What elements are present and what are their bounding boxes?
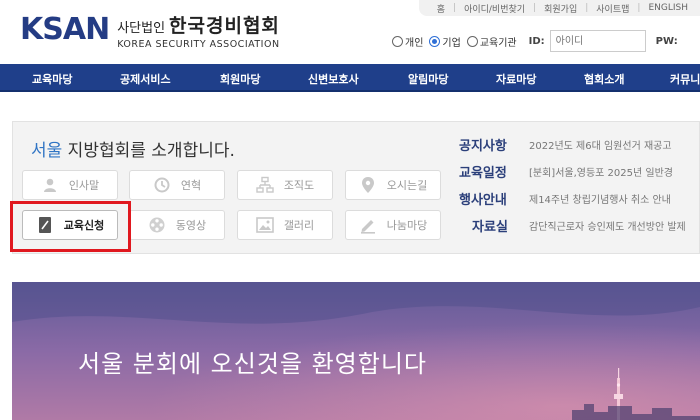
logo-english-name: KOREA SECURITY ASSOCIATION: [117, 38, 280, 50]
news-row-notice[interactable]: 공지사항 2022년도 제6대 임원선거 재공고: [459, 135, 672, 154]
video-button[interactable]: 동영상: [129, 210, 225, 240]
nav-mutual-aid[interactable]: 공제서비스: [120, 71, 171, 87]
gallery-button[interactable]: 갤러리: [237, 210, 333, 240]
signup-link[interactable]: 회원가입: [536, 2, 585, 15]
english-link[interactable]: ENGLISH: [640, 3, 696, 13]
history-button[interactable]: 연혁: [129, 170, 225, 200]
film-reel-icon: [148, 216, 166, 234]
news-title-schedule: 교육일정: [459, 166, 507, 181]
person-icon: [41, 176, 59, 194]
greeting-button[interactable]: 인사말: [22, 170, 118, 200]
logo-org-name: 한국경비협회: [169, 14, 280, 37]
intro-rest: 지방협회를 소개합니다.: [62, 141, 235, 161]
sharing-button[interactable]: 나눔마당: [345, 210, 441, 240]
news-text-archive[interactable]: 감단직근로자 승인제도 개선방안 발제: [529, 218, 686, 233]
utility-links: 홈 | 아이디/비번찾기 | 회원가입 | 사이트맵 | ENGLISH: [418, 0, 700, 16]
login-form: 개인 기업 교육기관 ID: PW:: [392, 30, 678, 52]
id-input[interactable]: [549, 30, 646, 52]
sharing-label: 나눔마당: [386, 219, 428, 232]
directions-button[interactable]: 오시는길: [345, 170, 441, 200]
main-nav: 교육마당 공제서비스 회원마당 신변보호사 알림마당 자료마당 협회소개 커뮤니: [0, 64, 700, 92]
news-row-schedule[interactable]: 교육일정 [분회]서울,영등포 2025년 일반경: [459, 162, 673, 181]
logo-small-text: 사단법인: [117, 20, 166, 36]
news-text-schedule[interactable]: [분회]서울,영등포 2025년 일반경: [529, 164, 673, 179]
home-link[interactable]: 홈: [429, 2, 453, 15]
pw-label: PW:: [655, 35, 678, 47]
nav-about[interactable]: 협회소개: [584, 71, 624, 87]
org-chart-label: 조직도: [283, 179, 315, 192]
banner-title: 서울 분회에 오신것을 환영합니다: [78, 350, 428, 378]
news-title-event: 행사안내: [459, 193, 507, 208]
nav-community[interactable]: 커뮤니: [670, 71, 700, 87]
gallery-label: 갤러리: [283, 219, 315, 232]
page: 홈 | 아이디/비번찾기 | 회원가입 | 사이트맵 | ENGLISH KSAN 사단…: [0, 0, 700, 420]
id-label: ID:: [528, 35, 545, 47]
nav-bodyguard[interactable]: 신변보호사: [308, 71, 359, 87]
news-text-event[interactable]: 제14주년 창립기념행사 취소 안내: [529, 191, 671, 206]
news-title-archive: 자료실: [472, 220, 508, 235]
hero-banner: 서울 분회에 오신것을 환영합니다: [12, 282, 700, 420]
directions-label: 오시는길: [386, 179, 428, 192]
history-icon: [153, 176, 171, 194]
sitemap-link[interactable]: 사이트맵: [588, 2, 637, 15]
nav-notice[interactable]: 알림마당: [408, 71, 448, 87]
news-row-archive[interactable]: 자료실 감단직근로자 승인제도 개선방안 발제: [459, 216, 686, 235]
history-label: 연혁: [180, 179, 202, 192]
radio-company[interactable]: 기업: [429, 34, 461, 49]
nav-members[interactable]: 회원마당: [220, 71, 260, 87]
intro-city: 서울: [31, 141, 63, 161]
intro-heading: 서울 지방협회를 소개합니다.: [31, 136, 235, 161]
video-label: 동영상: [175, 219, 207, 232]
radio-individual[interactable]: 개인: [392, 34, 423, 49]
news-text-notice[interactable]: 2022년도 제6대 임원선거 재공고: [529, 137, 672, 152]
pencil-icon: [359, 216, 377, 234]
greeting-label: 인사말: [68, 179, 100, 192]
nav-education[interactable]: 교육마당: [32, 71, 72, 87]
site-logo[interactable]: KSAN 사단법인 한국경비협회 KOREA SECURITY ASSOCIAT…: [20, 11, 280, 50]
news-row-event[interactable]: 행사안내 제14주년 창립기념행사 취소 안내: [459, 189, 671, 208]
org-chart-icon: [256, 176, 274, 194]
radio-institution[interactable]: 교육기관: [466, 34, 517, 49]
nav-resources[interactable]: 자료마당: [496, 71, 536, 87]
org-chart-button[interactable]: 조직도: [237, 170, 333, 200]
map-pin-icon: [359, 176, 377, 194]
logo-mark: KSAN: [20, 12, 110, 47]
find-id-password-link[interactable]: 아이디/비번찾기: [456, 2, 533, 15]
highlight-box: [10, 201, 131, 252]
logo-text: 사단법인 한국경비협회 KOREA SECURITY ASSOCIATION: [117, 11, 280, 50]
gallery-icon: [256, 216, 274, 234]
news-title-notice: 공지사항: [459, 139, 507, 154]
